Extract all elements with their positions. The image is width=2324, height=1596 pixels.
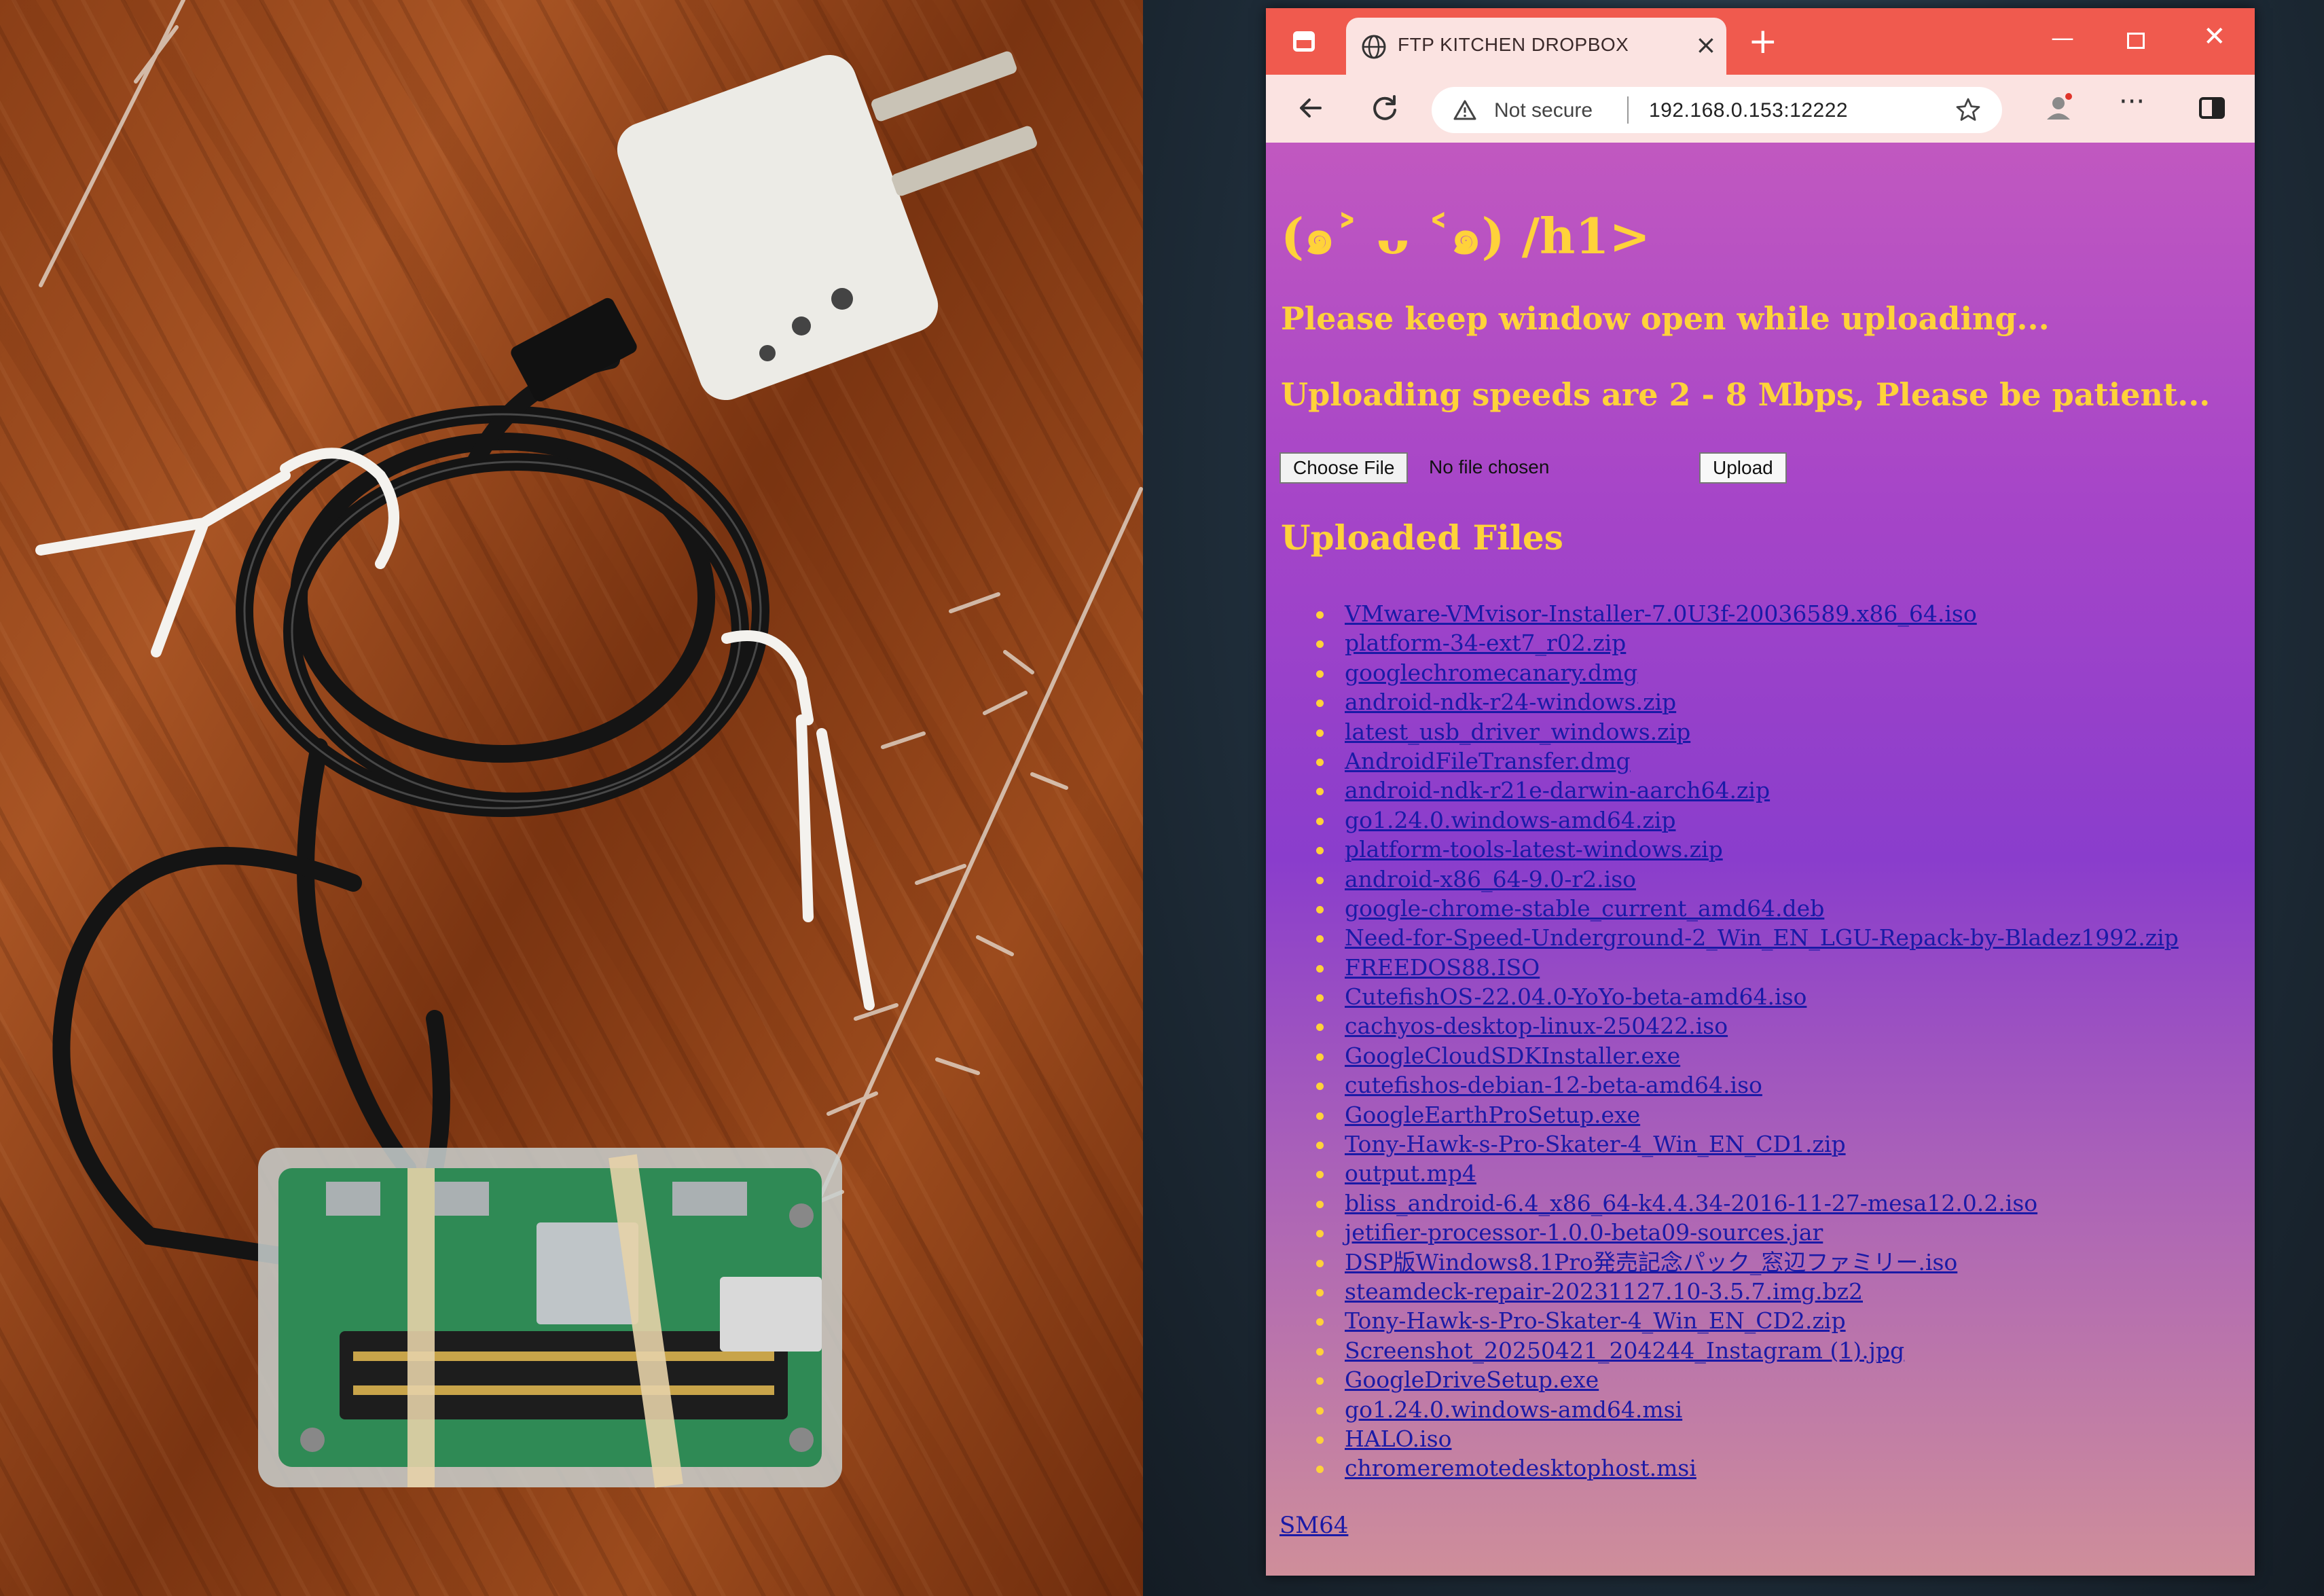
hardware-photo-drawing (35, 0, 1143, 1488)
uploaded-files-heading: Uploaded Files (1281, 518, 1563, 558)
list-item: AndroidFileTransfer.dmg (1316, 746, 2241, 776)
file-link[interactable]: android-ndk-r21e-darwin-aarch64.zip (1345, 777, 1770, 803)
file-link[interactable]: android-ndk-r24-windows.zip (1345, 689, 1676, 715)
more-icon[interactable]: ··· (2119, 88, 2145, 115)
file-link[interactable]: bliss_android-6.4_x86_64-k4.4.34-2016-11… (1345, 1190, 2037, 1216)
list-item: Need-for-Speed-Underground-2_Win_EN_LGU-… (1316, 923, 2241, 952)
file-link[interactable]: platform-34-ext7_r02.zip (1345, 630, 1626, 656)
list-item: latest_usb_driver_windows.zip (1316, 717, 2241, 746)
file-link[interactable]: FREEDOS88.ISO (1345, 954, 1540, 981)
list-item: cutefishos-debian-12-beta-amd64.iso (1316, 1070, 2241, 1100)
sidebar-icon[interactable] (2194, 90, 2230, 126)
file-link[interactable]: google-chrome-stable_current_amd64.deb (1345, 895, 1824, 922)
security-status[interactable]: Not secure (1494, 99, 1593, 122)
file-link[interactable]: Screenshot_20250421_204244_Instagram (1)… (1345, 1337, 1904, 1364)
file-link[interactable]: jetifier-processor-1.0.0-beta09-sources.… (1345, 1219, 1823, 1246)
upload-notice-speed: Uploading speeds are 2 - 8 Mbps, Please … (1281, 376, 2211, 413)
file-link[interactable]: chromeremotedesktophost.msi (1345, 1455, 1696, 1481)
no-file-chosen-text: No file chosen (1429, 456, 1550, 477)
browser-window: FTP KITCHEN DROPBOX × + — ✕ Not secure 1… (1266, 8, 2255, 1576)
list-item: HALO.iso (1316, 1424, 2241, 1453)
list-item: go1.24.0.windows-amd64.msi (1316, 1395, 2241, 1424)
sm64-link[interactable]: SM64 (1279, 1512, 1348, 1539)
maximize-button[interactable] (2127, 33, 2145, 49)
tab-close-button[interactable]: × (1695, 31, 1717, 58)
usb-cable (52, 351, 769, 1265)
file-link[interactable]: googlechromecanary.dmg (1345, 659, 1637, 686)
list-item: android-x86_64-9.0-r2.iso (1316, 865, 2241, 894)
warning-icon[interactable] (1453, 99, 1476, 121)
upload-button[interactable]: Upload (1699, 452, 1787, 484)
file-link[interactable]: GoogleCloudSDKInstaller.exe (1345, 1042, 1680, 1069)
file-link[interactable]: DSP版Windows8.1Pro発売記念パック_窓辺ファミリー.iso (1345, 1249, 1957, 1275)
raspberry-pi (258, 1148, 842, 1488)
file-link[interactable]: VMware-VMvisor-Installer-7.0U3f-20036589… (1345, 600, 1977, 627)
tab-actions-icon[interactable] (1293, 31, 1315, 52)
list-item: bliss_android-6.4_x86_64-k4.4.34-2016-11… (1316, 1189, 2241, 1218)
list-item: Screenshot_20250421_204244_Instagram (1)… (1316, 1336, 2241, 1365)
list-item: cachyos-desktop-linux-250422.iso (1316, 1011, 2241, 1040)
upload-notice-window: Please keep window open while uploading.… (1281, 300, 2050, 337)
wall-charger (617, 51, 1037, 401)
list-item: VMware-VMvisor-Installer-7.0U3f-20036589… (1316, 599, 2241, 628)
file-link[interactable]: Tony-Hawk-s-Pro-Skater-4_Win_EN_CD1.zip (1345, 1131, 1846, 1157)
list-item: GoogleCloudSDKInstaller.exe (1316, 1041, 2241, 1070)
file-link[interactable]: android-x86_64-9.0-r2.iso (1345, 866, 1636, 892)
list-item: android-ndk-r24-windows.zip (1316, 687, 2241, 717)
tab-ftp-kitchen-dropbox[interactable]: FTP KITCHEN DROPBOX × (1346, 18, 1726, 75)
url-text[interactable]: 192.168.0.153:12222 (1649, 99, 1848, 122)
file-link[interactable]: latest_usb_driver_windows.zip (1345, 719, 1690, 745)
file-link[interactable]: platform-tools-latest-windows.zip (1345, 836, 1723, 863)
list-item: go1.24.0.windows-amd64.zip (1316, 805, 2241, 835)
list-item: DSP版Windows8.1Pro発売記念パック_窓辺ファミリー.iso (1316, 1248, 2241, 1277)
minimize-button[interactable]: — (2051, 24, 2074, 52)
window-close-button[interactable]: ✕ (2203, 23, 2226, 50)
new-tab-button[interactable]: + (1748, 24, 1778, 59)
tab-title: FTP KITCHEN DROPBOX (1398, 34, 1629, 55)
address-bar[interactable]: Not secure 192.168.0.153:12222 (1432, 87, 2002, 133)
file-link[interactable]: AndroidFileTransfer.dmg (1345, 748, 1631, 774)
browser-toolbar: Not secure 192.168.0.153:12222 ··· (1266, 75, 2255, 143)
list-item: android-ndk-r21e-darwin-aarch64.zip (1316, 776, 2241, 805)
list-item: Tony-Hawk-s-Pro-Skater-4_Win_EN_CD2.zip (1316, 1306, 2241, 1335)
uploaded-files-list: VMware-VMvisor-Installer-7.0U3f-20036589… (1266, 599, 2241, 1483)
list-item: output.mp4 (1316, 1159, 2241, 1188)
file-link[interactable]: go1.24.0.windows-amd64.zip (1345, 807, 1675, 833)
file-link[interactable]: HALO.iso (1345, 1426, 1452, 1452)
list-item: platform-tools-latest-windows.zip (1316, 835, 2241, 864)
page-viewport: (๑˃ ᴗ ˂๑) /h1> Please keep window open w… (1266, 143, 2255, 1576)
star-icon[interactable] (1955, 96, 1982, 124)
file-link[interactable]: cachyos-desktop-linux-250422.iso (1345, 1013, 1728, 1039)
title-bar: FTP KITCHEN DROPBOX × + — ✕ (1266, 8, 2255, 75)
hardware-photo (0, 0, 1143, 1596)
list-item: FREEDOS88.ISO (1316, 953, 2241, 982)
file-link[interactable]: output.mp4 (1345, 1160, 1476, 1186)
list-item: steamdeck-repair-20231127.10-3.5.7.img.b… (1316, 1277, 2241, 1306)
back-arrow-icon[interactable] (1293, 90, 1330, 126)
list-item: CutefishOS-22.04.0-YoYo-beta-amd64.iso (1316, 982, 2241, 1011)
file-link[interactable]: GoogleEarthProSetup.exe (1345, 1102, 1640, 1128)
choose-file-button[interactable]: Choose File (1279, 452, 1409, 484)
address-separator (1627, 96, 1629, 124)
list-item: platform-34-ext7_r02.zip (1316, 628, 2241, 657)
list-item: Tony-Hawk-s-Pro-Skater-4_Win_EN_CD1.zip (1316, 1129, 2241, 1159)
file-link[interactable]: CutefishOS-22.04.0-YoYo-beta-amd64.iso (1345, 983, 1806, 1010)
list-item: GoogleDriveSetup.exe (1316, 1365, 2241, 1394)
file-link[interactable]: GoogleDriveSetup.exe (1345, 1366, 1599, 1393)
globe-icon (1362, 35, 1386, 59)
list-item: chromeremotedesktophost.msi (1316, 1453, 2241, 1483)
list-item: googlechromecanary.dmg (1316, 658, 2241, 687)
profile-icon[interactable] (2040, 90, 2077, 126)
page-heading: (๑˃ ᴗ ˂๑) /h1> (1281, 207, 1650, 265)
list-item: google-chrome-stable_current_amd64.deb (1316, 894, 2241, 923)
file-link[interactable]: Need-for-Speed-Underground-2_Win_EN_LGU-… (1345, 924, 2179, 951)
file-link[interactable]: steamdeck-repair-20231127.10-3.5.7.img.b… (1345, 1278, 1863, 1305)
list-item: jetifier-processor-1.0.0-beta09-sources.… (1316, 1218, 2241, 1247)
file-link[interactable]: go1.24.0.windows-amd64.msi (1345, 1396, 1682, 1423)
file-link[interactable]: Tony-Hawk-s-Pro-Skater-4_Win_EN_CD2.zip (1345, 1307, 1846, 1334)
list-item: GoogleEarthProSetup.exe (1316, 1100, 2241, 1129)
file-link[interactable]: cutefishos-debian-12-beta-amd64.iso (1345, 1072, 1762, 1098)
refresh-icon[interactable] (1366, 90, 1403, 126)
